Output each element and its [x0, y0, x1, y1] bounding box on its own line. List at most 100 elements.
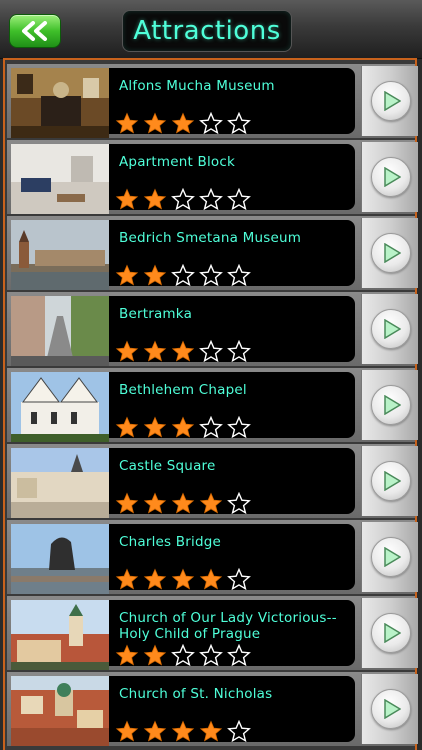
list-item[interactable]: Charles Bridge: [7, 520, 418, 594]
star-filled-icon: [143, 720, 167, 742]
star-filled-icon: [143, 340, 167, 362]
double-chevron-left-icon: [22, 21, 47, 41]
star-filled-icon: [199, 720, 223, 742]
star-empty-icon: [199, 264, 223, 286]
play-arrow-icon: [384, 91, 401, 111]
attraction-thumbnail: [11, 296, 109, 366]
star-empty-icon: [171, 264, 195, 286]
open-detail-button[interactable]: [361, 66, 418, 136]
star-empty-icon: [227, 720, 251, 742]
star-filled-icon: [115, 720, 139, 742]
star-filled-icon: [199, 568, 223, 590]
attraction-thumbnail: [11, 144, 109, 214]
star-empty-icon: [227, 264, 251, 286]
star-filled-icon: [143, 644, 167, 666]
star-empty-icon: [227, 188, 251, 210]
star-filled-icon: [115, 644, 139, 666]
star-empty-icon: [227, 644, 251, 666]
play-arrow-icon: [384, 471, 401, 491]
star-filled-icon: [143, 416, 167, 438]
attraction-name: Charles Bridge: [119, 534, 221, 550]
list-item[interactable]: Church of Our Lady Victorious--Holy Chil…: [7, 596, 418, 670]
attraction-thumbnail: [11, 220, 109, 290]
star-empty-icon: [227, 416, 251, 438]
star-filled-icon: [115, 568, 139, 590]
attraction-name: Bethlehem Chapel: [119, 382, 247, 398]
star-empty-icon: [199, 644, 223, 666]
attraction-thumbnail: [11, 676, 109, 746]
attraction-thumbnail: [11, 600, 109, 670]
star-empty-icon: [199, 416, 223, 438]
star-filled-icon: [171, 340, 195, 362]
play-arrow-icon: [384, 547, 401, 567]
play-arrow-icon: [384, 319, 401, 339]
star-empty-icon: [199, 340, 223, 362]
play-arrow-icon: [384, 699, 401, 719]
attraction-thumbnail: [11, 372, 109, 442]
star-rating: [115, 340, 251, 362]
star-filled-icon: [115, 416, 139, 438]
star-rating: [115, 264, 251, 286]
play-arrow-icon: [384, 623, 401, 643]
star-empty-icon: [227, 492, 251, 514]
star-filled-icon: [115, 340, 139, 362]
star-rating: [115, 720, 251, 742]
list-item[interactable]: Church of St. Nicholas: [7, 672, 418, 746]
star-empty-icon: [227, 340, 251, 362]
star-filled-icon: [143, 112, 167, 134]
star-filled-icon: [143, 568, 167, 590]
star-filled-icon: [171, 416, 195, 438]
attraction-name: Castle Square: [119, 458, 216, 474]
open-detail-button[interactable]: [361, 674, 418, 744]
attraction-thumbnail: [11, 524, 109, 594]
attraction-name: Bertramka: [119, 306, 193, 322]
star-filled-icon: [171, 568, 195, 590]
play-arrow-icon: [384, 167, 401, 187]
attraction-name: Bedrich Smetana Museum: [119, 230, 302, 246]
navigation-bar: Attractions: [0, 0, 422, 59]
attraction-name: Church of St. Nicholas: [119, 686, 273, 702]
open-detail-button[interactable]: [361, 218, 418, 288]
star-rating: [115, 644, 251, 666]
star-empty-icon: [199, 112, 223, 134]
star-empty-icon: [171, 188, 195, 210]
open-detail-button[interactable]: [361, 370, 418, 440]
page-title: Attractions: [133, 16, 281, 46]
open-detail-button[interactable]: [361, 598, 418, 668]
open-detail-button[interactable]: [361, 446, 418, 516]
star-filled-icon: [171, 112, 195, 134]
attractions-list[interactable]: Alfons Mucha Museum Apartment Block Bedr…: [3, 58, 418, 750]
star-filled-icon: [143, 188, 167, 210]
star-rating: [115, 568, 251, 590]
star-filled-icon: [115, 112, 139, 134]
back-button[interactable]: [9, 14, 61, 48]
attraction-thumbnail: [11, 68, 109, 138]
list-item[interactable]: Alfons Mucha Museum: [7, 64, 418, 138]
open-detail-button[interactable]: [361, 522, 418, 592]
open-detail-button[interactable]: [361, 294, 418, 364]
star-rating: [115, 492, 251, 514]
list-item[interactable]: Bertramka: [7, 292, 418, 366]
star-filled-icon: [171, 720, 195, 742]
star-filled-icon: [143, 492, 167, 514]
list-item[interactable]: Bethlehem Chapel: [7, 368, 418, 442]
attraction-thumbnail: [11, 448, 109, 518]
star-rating: [115, 112, 251, 134]
open-detail-button[interactable]: [361, 142, 418, 212]
star-empty-icon: [227, 112, 251, 134]
play-arrow-icon: [384, 395, 401, 415]
list-item[interactable]: Bedrich Smetana Museum: [7, 216, 418, 290]
attraction-name: Apartment Block: [119, 154, 236, 170]
list-item[interactable]: Castle Square: [7, 444, 418, 518]
star-filled-icon: [115, 264, 139, 286]
star-filled-icon: [143, 264, 167, 286]
star-empty-icon: [171, 644, 195, 666]
star-filled-icon: [199, 492, 223, 514]
star-rating: [115, 188, 251, 210]
star-empty-icon: [227, 568, 251, 590]
star-filled-icon: [171, 492, 195, 514]
list-item[interactable]: Apartment Block: [7, 140, 418, 214]
star-filled-icon: [115, 188, 139, 210]
attraction-name: Alfons Mucha Museum: [119, 78, 275, 94]
star-filled-icon: [115, 492, 139, 514]
